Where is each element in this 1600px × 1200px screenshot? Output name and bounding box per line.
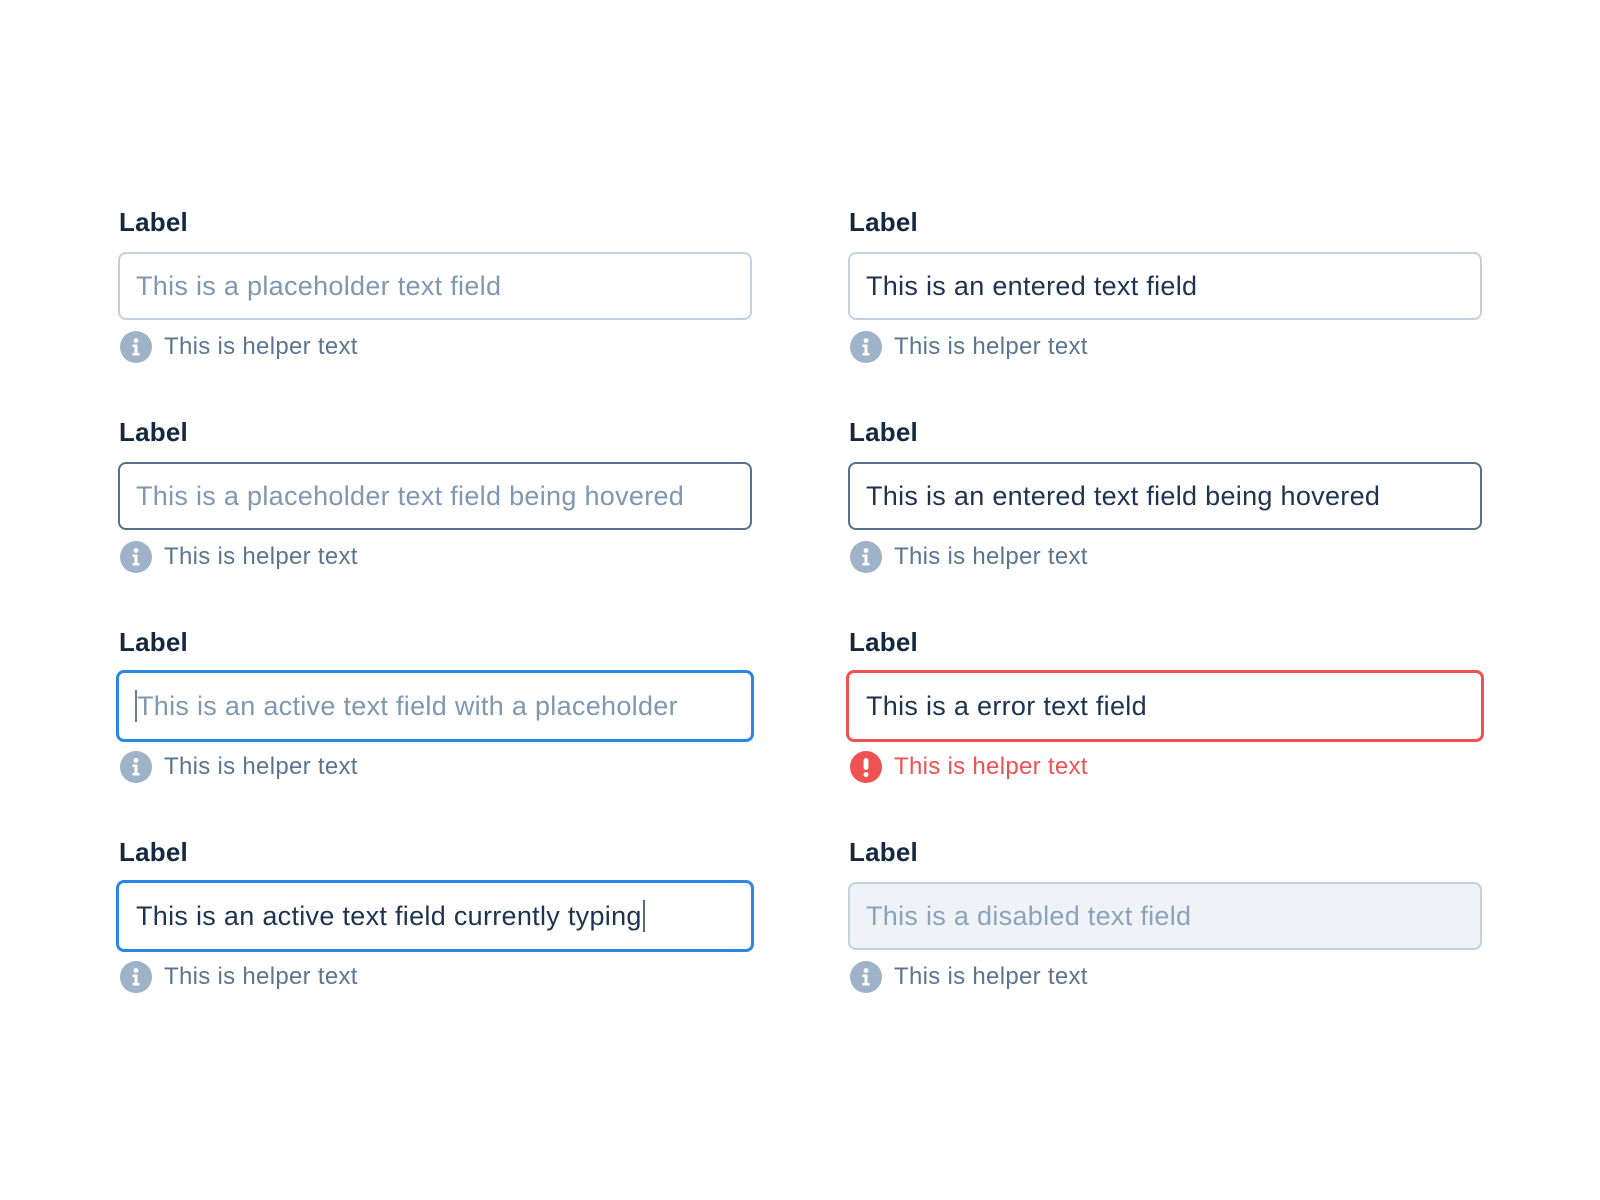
input-value: This is an entered text field being hove… [866,480,1381,511]
input-value: This is a error text field [866,690,1147,721]
helper-text: This is helper text [164,333,358,360]
info-icon [120,541,152,573]
text-field-placeholder-hover: Label This is a placeholder text field b… [118,412,752,622]
field-label: Label [119,837,188,867]
info-icon [850,541,882,573]
helper-text: This is helper text [894,753,1088,780]
helper-text-row: This is helper text [120,961,358,993]
error-icon [850,751,882,783]
text-input-active-placeholder[interactable]: This is an active text field with a plac… [116,670,754,742]
helper-text-row: This is helper text [850,331,1088,363]
helper-text-row: This is helper text [850,961,1088,993]
helper-text: This is helper text [894,543,1088,570]
helper-text: This is helper text [164,543,358,570]
text-field-error: Label This is a error text field This is… [846,622,1484,832]
info-icon [120,331,152,363]
field-label: Label [849,207,918,237]
field-label: Label [119,207,188,237]
field-label: Label [849,837,918,867]
placeholder-text: This is a placeholder text field being h… [136,480,685,511]
text-field-disabled: Label This is a disabled text field This… [848,832,1482,1042]
text-field-entered: Label This is an entered text field This… [848,202,1482,412]
text-input-placeholder[interactable]: This is a placeholder text field [118,252,752,320]
text-field-entered-hover: Label This is an entered text field bein… [848,412,1482,622]
info-icon [120,961,152,993]
text-field-active-placeholder: Label This is an active text field with … [116,622,754,832]
placeholder-text: This is a placeholder text field [136,270,502,301]
info-icon [120,751,152,783]
text-field-active-typing: Label This is an active text field curre… [116,832,754,1042]
helper-text: This is helper text [164,963,358,990]
text-input-entered-hovered[interactable]: This is an entered text field being hove… [848,462,1482,530]
text-input-active-typing[interactable]: This is an active text field currently t… [116,880,754,952]
helper-text-row: This is helper text [120,331,358,363]
field-label: Label [849,627,918,657]
input-value: This is an active text field currently t… [136,900,642,931]
info-icon [850,961,882,993]
placeholder-text: This is a disabled text field [866,900,1192,931]
text-input-entered[interactable]: This is an entered text field [848,252,1482,320]
info-icon [850,331,882,363]
helper-text: This is helper text [894,333,1088,360]
text-cursor [642,900,645,932]
text-input-disabled: This is a disabled text field [848,882,1482,950]
field-label: Label [119,627,188,657]
field-label: Label [849,417,918,447]
field-label: Label [119,417,188,447]
helper-text-row: This is helper text [120,541,358,573]
input-value: This is an entered text field [866,270,1198,301]
helper-text: This is helper text [164,753,358,780]
error-helper-text-row: This is helper text [850,751,1088,783]
text-input-error[interactable]: This is a error text field [846,670,1484,742]
helper-text-row: This is helper text [120,751,358,783]
text-input-placeholder-hovered[interactable]: This is a placeholder text field being h… [118,462,752,530]
text-field-states-grid: Label This is a placeholder text field T… [116,202,1484,1042]
helper-text-row: This is helper text [850,541,1088,573]
text-field-placeholder: Label This is a placeholder text field T… [118,202,752,412]
placeholder-text: This is an active text field with a plac… [137,690,678,721]
helper-text: This is helper text [894,963,1088,990]
